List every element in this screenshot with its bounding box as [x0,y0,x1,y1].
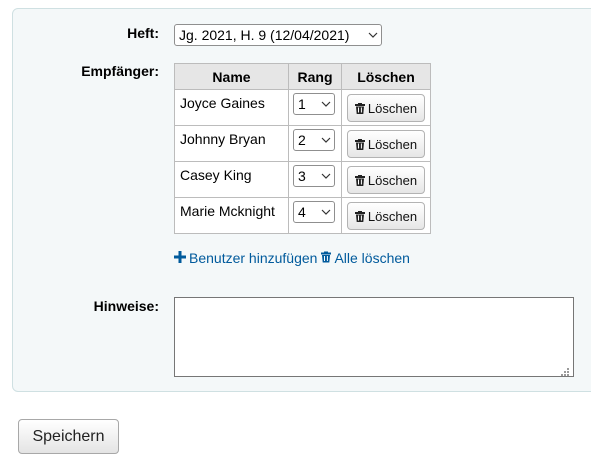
delete-button[interactable]: Löschen [347,94,425,122]
trash-icon [354,138,365,150]
plus-icon [174,250,186,266]
delete-button-label: Löschen [367,136,418,152]
delete-button-label: Löschen [367,172,418,188]
rank-select[interactable]: 3 [293,165,335,187]
trash-icon [354,210,365,222]
add-user-link[interactable]: Benutzer hinzufügen [174,250,317,266]
add-user-label: Benutzer hinzufügen [189,250,318,266]
recipients-label: Empfänger: [81,63,159,79]
rank-select[interactable]: 2 [293,129,335,151]
resize-grip-icon[interactable] [560,364,589,464]
recipient-name: Marie Mcknight [174,197,289,234]
table-row: Marie Mcknight 4 Löschen [174,197,431,234]
table-header-row: Name Rang Löschen [174,63,431,90]
trash-icon [354,174,365,186]
issue-select[interactable]: Jg. 2021, H. 9 (12/04/2021) [174,24,382,46]
delete-button-label: Löschen [367,100,418,116]
delete-button[interactable]: Löschen [347,166,425,194]
rank-value: 2 [298,132,306,148]
rank-select[interactable]: 4 [293,201,335,223]
column-header-rank: Rang [288,63,342,90]
chevron-down-icon [318,173,334,179]
notes-textarea[interactable] [174,297,574,377]
recipients-table: Name Rang Löschen Joyce Gaines 1 Löschen… [174,63,431,234]
chevron-down-icon [318,209,334,215]
recipient-name: Casey King [174,161,289,198]
recipient-name: Johnny Bryan [174,125,289,162]
trash-icon [321,250,332,266]
column-header-name: Name [174,63,289,90]
recipient-name: Joyce Gaines [174,89,289,126]
rank-select[interactable]: 1 [293,93,335,115]
column-header-delete: Löschen [341,63,431,90]
delete-button[interactable]: Löschen [347,130,425,158]
chevron-down-icon [318,101,334,107]
table-row: Johnny Bryan 2 Löschen [174,125,431,162]
rank-value: 3 [298,168,306,184]
delete-button[interactable]: Löschen [347,202,425,230]
issue-label: Heft: [127,25,159,41]
delete-all-link[interactable]: Alle löschen [321,250,410,266]
trash-icon [354,102,365,114]
save-button[interactable]: Speichern [18,419,119,454]
chevron-down-icon [318,137,334,143]
issue-select-value: Jg. 2021, H. 9 (12/04/2021) [179,27,350,43]
rank-value: 4 [298,204,306,220]
delete-button-label: Löschen [367,208,418,224]
notes-label: Hinweise: [93,298,159,314]
delete-all-label: Alle löschen [334,250,410,266]
rank-value: 1 [298,96,306,112]
table-row: Casey King 3 Löschen [174,161,431,198]
table-row: Joyce Gaines 1 Löschen [174,89,431,126]
chevron-down-icon [365,32,381,38]
recipient-actions: Benutzer hinzufügen Alle löschen [174,250,414,266]
